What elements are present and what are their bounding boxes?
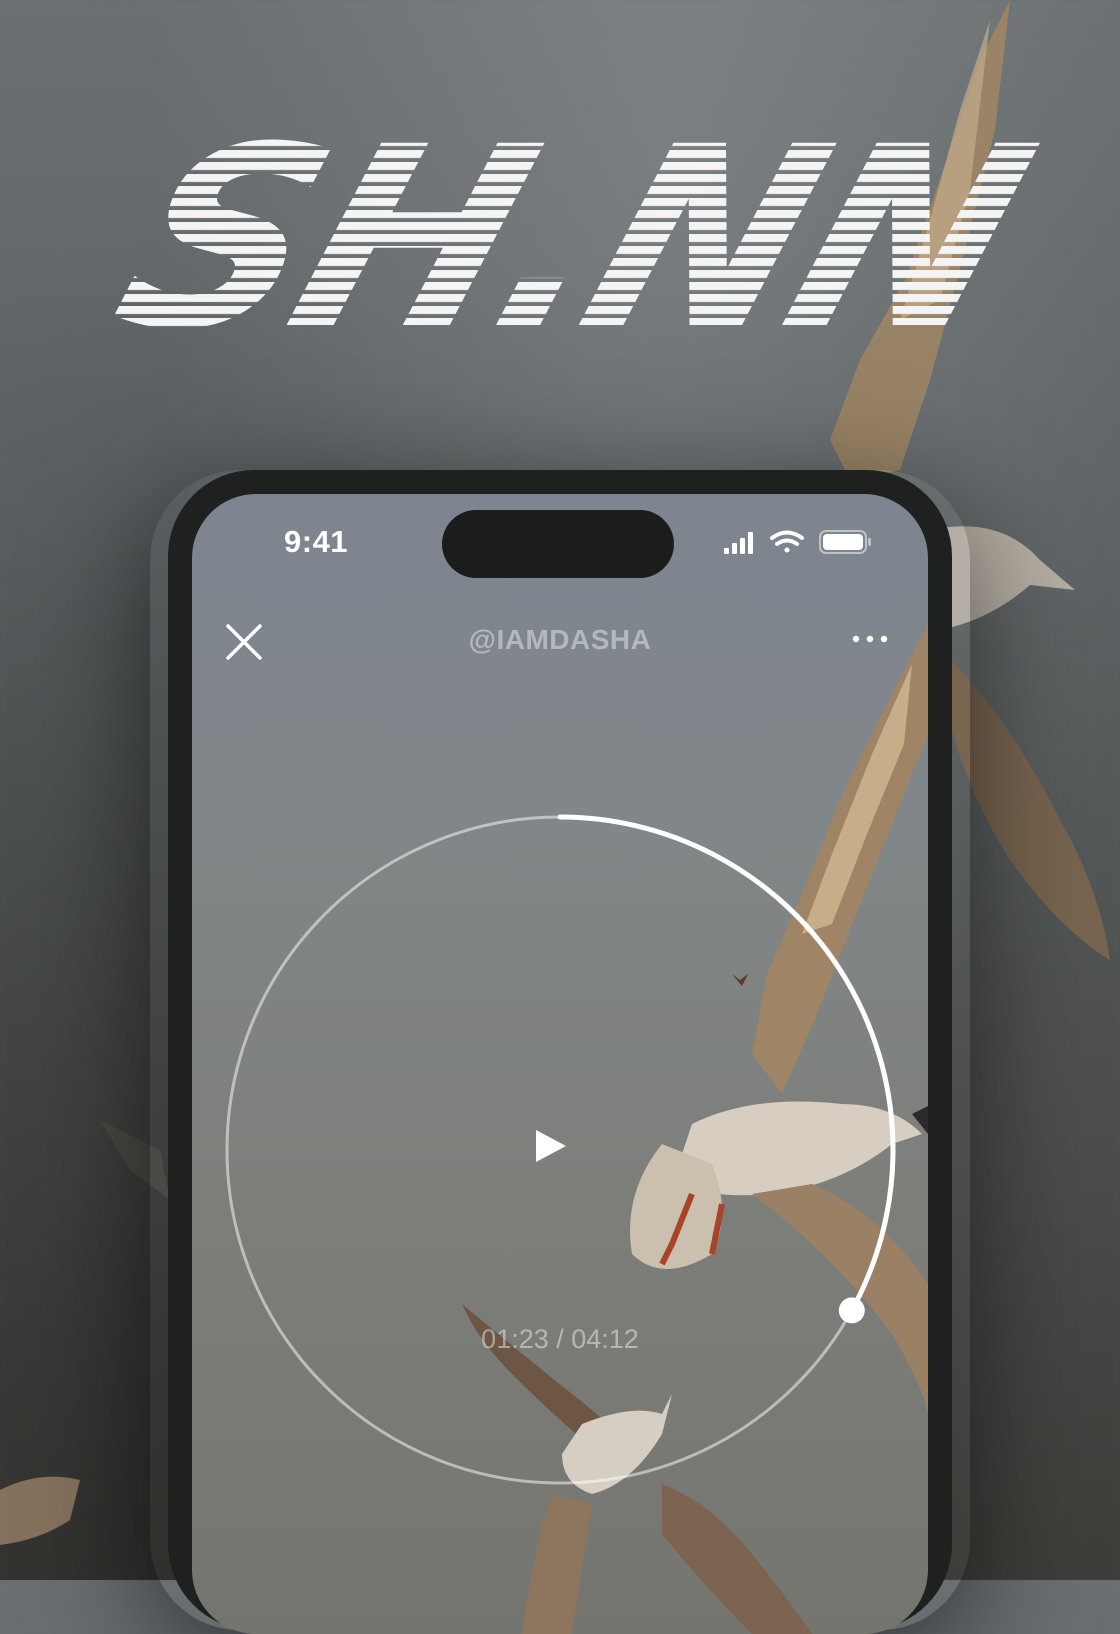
play-icon <box>536 1130 566 1162</box>
battery-icon <box>819 530 871 554</box>
logo-wordmark: SH.NN <box>88 94 1040 350</box>
sh-nn-logo: SH.NN <box>88 94 1040 350</box>
playback-timecode: 01:23 / 04:12 <box>481 1324 639 1354</box>
status-icons <box>724 530 871 554</box>
dynamic-island <box>442 510 674 578</box>
more-options-button[interactable] <box>848 624 892 654</box>
play-button[interactable] <box>530 1126 570 1166</box>
phone-screen: 9:41 @IAMDASHA 01:23 / 04:12 <box>192 494 928 1634</box>
wifi-icon <box>770 530 804 553</box>
cellular-signal-icon <box>724 532 753 554</box>
phone-mockup: 9:41 @IAMDASHA 01:23 / 04:12 <box>168 470 952 1634</box>
progress-knob <box>838 1297 865 1324</box>
progress-arc <box>557 814 896 1313</box>
status-time: 9:41 <box>284 524 349 559</box>
more-dots-icon <box>852 635 888 643</box>
username-title[interactable]: @IAMDASHA <box>192 624 928 656</box>
